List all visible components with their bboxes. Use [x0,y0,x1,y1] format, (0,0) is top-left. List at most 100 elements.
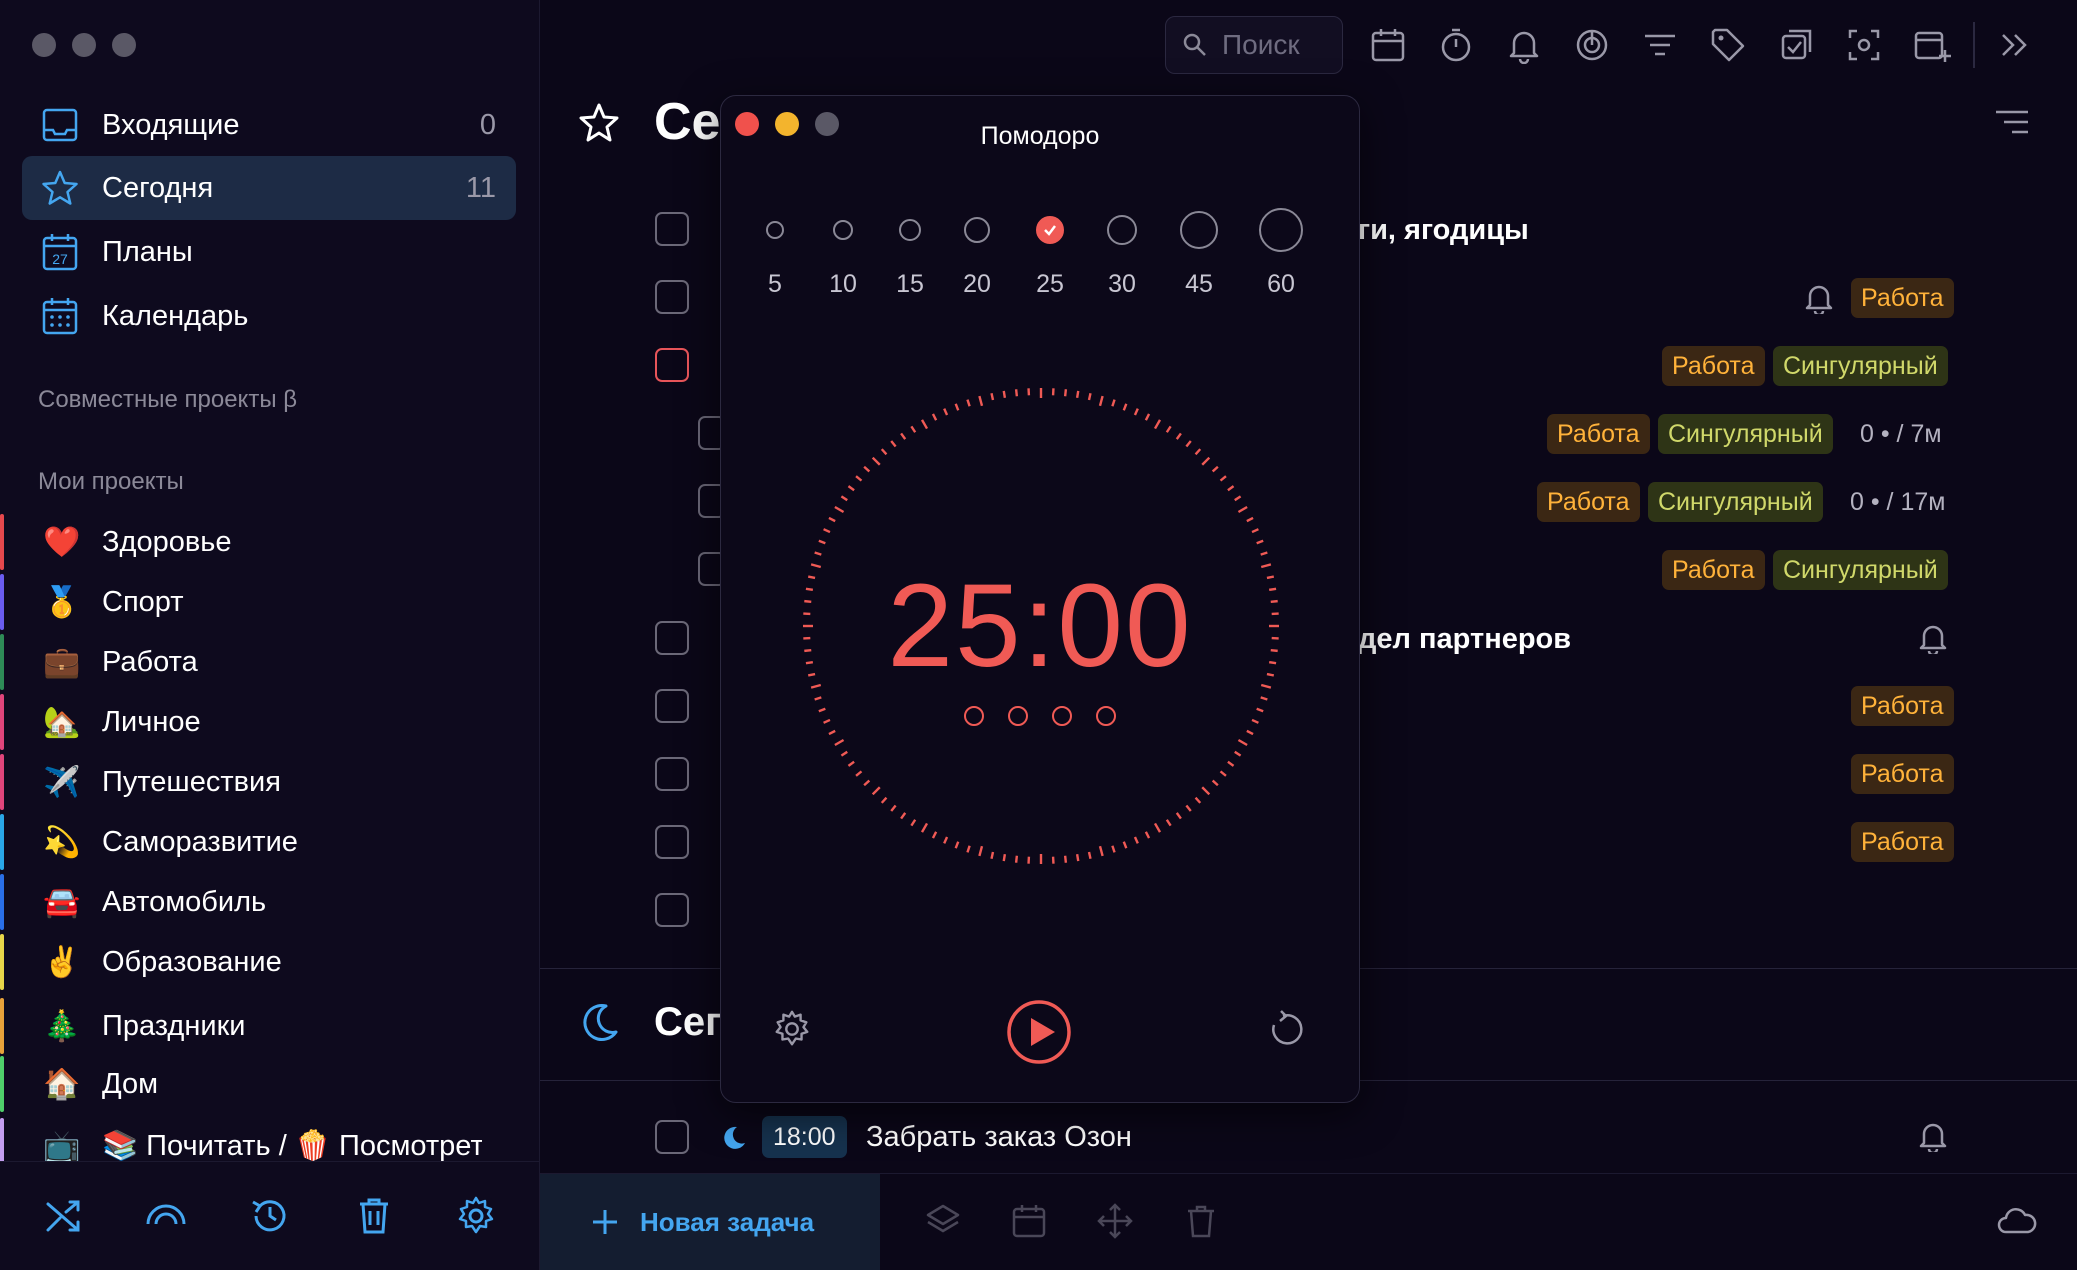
my-projects-header[interactable]: Мои проекты [38,468,184,496]
bell-icon[interactable] [1505,26,1543,64]
task-checkbox[interactable] [655,1120,689,1154]
checkbox-stack-icon[interactable] [1777,26,1815,64]
task-checkbox[interactable] [655,893,689,927]
tag-singular[interactable]: Сингулярный [1658,414,1833,454]
duration-option-25[interactable]: 25 [1010,208,1090,299]
project-emoji-icon: 🚘 [43,885,81,919]
history-icon[interactable] [248,1194,292,1238]
shuffle-icon[interactable] [42,1194,86,1238]
tag-icon[interactable] [1709,26,1747,64]
chevrons-right-icon[interactable] [1995,26,2033,64]
project-item[interactable]: 🏡 Личное [0,694,520,750]
timer-tick [954,403,960,411]
calendar-icon[interactable] [1369,26,1407,64]
project-item[interactable]: ✌️ Образование [0,934,520,990]
new-task-button[interactable]: Новая задача [540,1174,880,1270]
tag-singular[interactable]: Сингулярный [1648,482,1823,522]
tag-work[interactable]: Работа [1537,482,1640,522]
nav-item-today[interactable]: Сегодня 11 [22,156,516,220]
nav-item-plans[interactable]: 27 Планы [22,220,516,284]
project-item[interactable]: 🏠 Дом [0,1056,520,1112]
task-checkbox[interactable] [655,212,689,246]
project-item[interactable]: ✈️ Путешествия [0,754,520,810]
new-task-label: Новая задача [640,1206,815,1237]
task-title[interactable]: ги, ягодицы [1358,214,1529,247]
task-checkbox[interactable] [655,825,689,859]
project-emoji-icon: 🥇 [43,585,81,619]
sidebar: Входящие 0 Сегодня 11 27 Планы Календарь… [0,0,540,1270]
timer-tick [1165,425,1172,433]
timer-tick [920,419,929,430]
tag-work[interactable]: Работа [1851,278,1954,318]
pomodoro-settings-gear-icon[interactable] [771,1008,813,1050]
task-title[interactable]: Забрать заказ Озон [866,1121,1132,1154]
duration-radio [1180,211,1218,249]
task-time-badge[interactable]: 18:00 [762,1116,847,1158]
layers-icon[interactable] [924,1202,962,1240]
filter-icon[interactable] [1641,26,1679,64]
task-checkbox[interactable] [655,689,689,723]
add-calendar-icon[interactable] [1913,26,1951,64]
task-checkbox[interactable] [655,757,689,791]
project-label: Путешествия [102,765,281,798]
project-color-bar [0,634,4,690]
stopwatch-icon[interactable] [1437,26,1475,64]
duration-label: 60 [1267,270,1295,298]
tag-singular[interactable]: Сингулярный [1773,550,1948,590]
project-color-bar [0,694,4,750]
timer-tick [847,485,855,492]
minimize-window-button[interactable] [72,33,96,57]
project-item[interactable]: 🎄 Праздники [0,998,520,1054]
close-window-button[interactable] [32,33,56,57]
nav-item-calendar[interactable]: Календарь [22,284,516,348]
tag-work[interactable]: Работа [1547,414,1650,454]
focus-frame-icon[interactable] [1845,26,1883,64]
duration-selected-check-icon [1036,216,1064,244]
project-item[interactable]: 💫 Саморазвитие [0,814,520,870]
calendar-icon[interactable] [1010,1202,1048,1240]
timer-tick [1211,779,1219,787]
project-item[interactable]: 🚘 Автомобиль [0,874,520,930]
move-arrows-icon[interactable] [1096,1202,1134,1240]
tag-work[interactable]: Работа [1851,754,1954,794]
timer-tick [1165,819,1172,827]
task-title[interactable]: дел партнеров [1358,623,1571,656]
duration-option-45[interactable]: 45 [1159,208,1239,299]
tag-work[interactable]: Работа [1851,686,1954,726]
play-button[interactable] [1006,999,1072,1065]
task-checkbox[interactable] [655,621,689,655]
settings-gear-icon[interactable] [454,1194,498,1238]
task-checkbox-high-priority[interactable] [655,348,689,382]
shared-projects-header[interactable]: Совместные проекты β [38,386,297,414]
timer-tick [978,395,984,407]
duration-option-60[interactable]: 60 [1241,208,1321,299]
task-pomodoro-meta: 0 • / 7м [1860,420,1942,448]
project-item[interactable]: 💼 Работа [0,634,520,690]
star-icon [40,168,80,208]
pomodoro-dial-icon[interactable] [1573,26,1611,64]
rainbow-icon[interactable] [144,1194,188,1238]
timer-tick [1234,495,1242,502]
duration-option-30[interactable]: 30 [1082,208,1162,299]
sort-menu-icon[interactable] [1994,108,2030,138]
trash-icon[interactable] [1182,1202,1220,1240]
cloud-sync-icon[interactable] [1996,1202,2038,1240]
project-item[interactable]: 🥇 Спорт [0,574,520,630]
nav-item-inbox[interactable]: Входящие 0 [22,93,516,157]
search-field[interactable]: Поиск [1165,16,1343,74]
trash-icon[interactable] [352,1194,396,1238]
task-checkbox[interactable] [655,280,689,314]
zoom-window-button[interactable] [112,33,136,57]
duration-option-20[interactable]: 20 [937,208,1017,299]
duration-label: 25 [1036,270,1064,298]
tag-work[interactable]: Работа [1851,822,1954,862]
timer-tick [840,750,848,757]
project-item[interactable]: ❤️ Здоровье [0,514,520,570]
reset-icon[interactable] [1265,1008,1307,1050]
pomodoro-title: Помодоро [980,122,1100,150]
tag-singular[interactable]: Сингулярный [1773,346,1948,386]
timer-tick [814,551,822,556]
timer-tick [1075,390,1080,399]
tag-work[interactable]: Работа [1662,550,1765,590]
tag-work[interactable]: Работа [1662,346,1765,386]
